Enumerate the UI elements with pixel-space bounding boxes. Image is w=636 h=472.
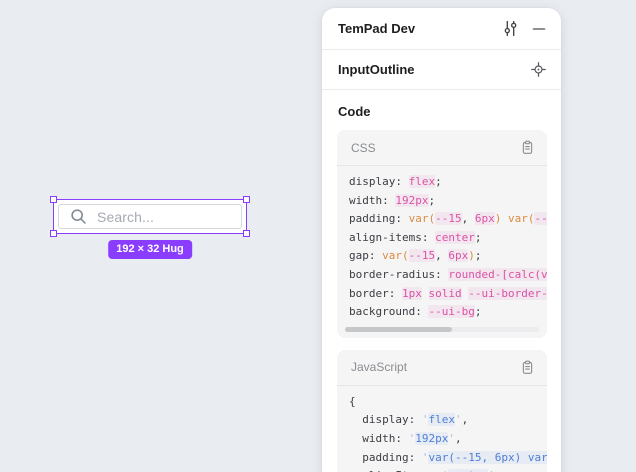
css-code-block: CSS display: flex;width: 192px;padding: v… bbox=[337, 130, 547, 338]
code-line: padding: var(--15, 6px) var(-- bbox=[349, 210, 535, 229]
code-block-label: JavaScript bbox=[351, 360, 520, 374]
selected-component[interactable]: Search... 192 × 32 Hug bbox=[54, 200, 246, 233]
horizontal-scrollbar bbox=[345, 327, 539, 332]
settings-sliders-icon[interactable] bbox=[502, 20, 519, 37]
code-line: width: '192px', bbox=[349, 430, 535, 449]
component-name: InputOutline bbox=[338, 62, 531, 77]
code-line: display: 'flex', bbox=[349, 411, 535, 430]
selection-handle-top-right[interactable] bbox=[243, 196, 250, 203]
code-block-header: JavaScript bbox=[337, 350, 547, 386]
copy-clipboard-icon[interactable] bbox=[520, 360, 535, 375]
code-block-label: CSS bbox=[351, 141, 520, 155]
search-placeholder: Search... bbox=[97, 209, 154, 225]
code-line: alignItems: 'center', bbox=[349, 467, 535, 472]
code-line: background: --ui-bg; bbox=[349, 303, 535, 322]
component-row: InputOutline bbox=[322, 50, 561, 90]
scrollbar-thumb[interactable] bbox=[345, 327, 452, 332]
copy-clipboard-icon[interactable] bbox=[520, 140, 535, 155]
code-text: display: flex;width: 192px;padding: var(… bbox=[337, 166, 547, 324]
minimize-icon[interactable] bbox=[532, 22, 546, 36]
tempad-dev-panel: TemPad Dev InputOutline bbox=[322, 8, 561, 472]
code-line: display: flex; bbox=[349, 173, 535, 192]
code-line: border-radius: rounded-[calc(var( bbox=[349, 266, 535, 285]
code-line: width: 192px; bbox=[349, 192, 535, 211]
code-line: gap: var(--15, 6px); bbox=[349, 247, 535, 266]
code-line: border: 1px solid --ui-border- bbox=[349, 285, 535, 304]
locate-crosshair-icon[interactable] bbox=[531, 62, 546, 77]
search-icon bbox=[69, 207, 88, 226]
selection-handle-bottom-right[interactable] bbox=[243, 230, 250, 237]
code-block-header: CSS bbox=[337, 130, 547, 166]
code-line: padding: 'var(--15, 6px) var bbox=[349, 449, 535, 468]
code-section-title: Code bbox=[322, 90, 561, 130]
search-input[interactable]: Search... bbox=[58, 204, 242, 229]
code-blocks-container: CSS display: flex;width: 192px;padding: v… bbox=[322, 130, 561, 472]
selection-handle-top-left[interactable] bbox=[50, 196, 57, 203]
code-line: { bbox=[349, 393, 535, 412]
code-text: { display: 'flex', width: '192px', paddi… bbox=[337, 386, 547, 472]
code-line: align-items: center; bbox=[349, 229, 535, 248]
javascript-code-block: JavaScript { display: 'flex', width: '192… bbox=[337, 350, 547, 472]
selection-handle-bottom-left[interactable] bbox=[50, 230, 57, 237]
panel-header: TemPad Dev bbox=[322, 8, 561, 50]
panel-title: TemPad Dev bbox=[338, 21, 502, 36]
dimensions-badge: 192 × 32 Hug bbox=[108, 240, 192, 259]
